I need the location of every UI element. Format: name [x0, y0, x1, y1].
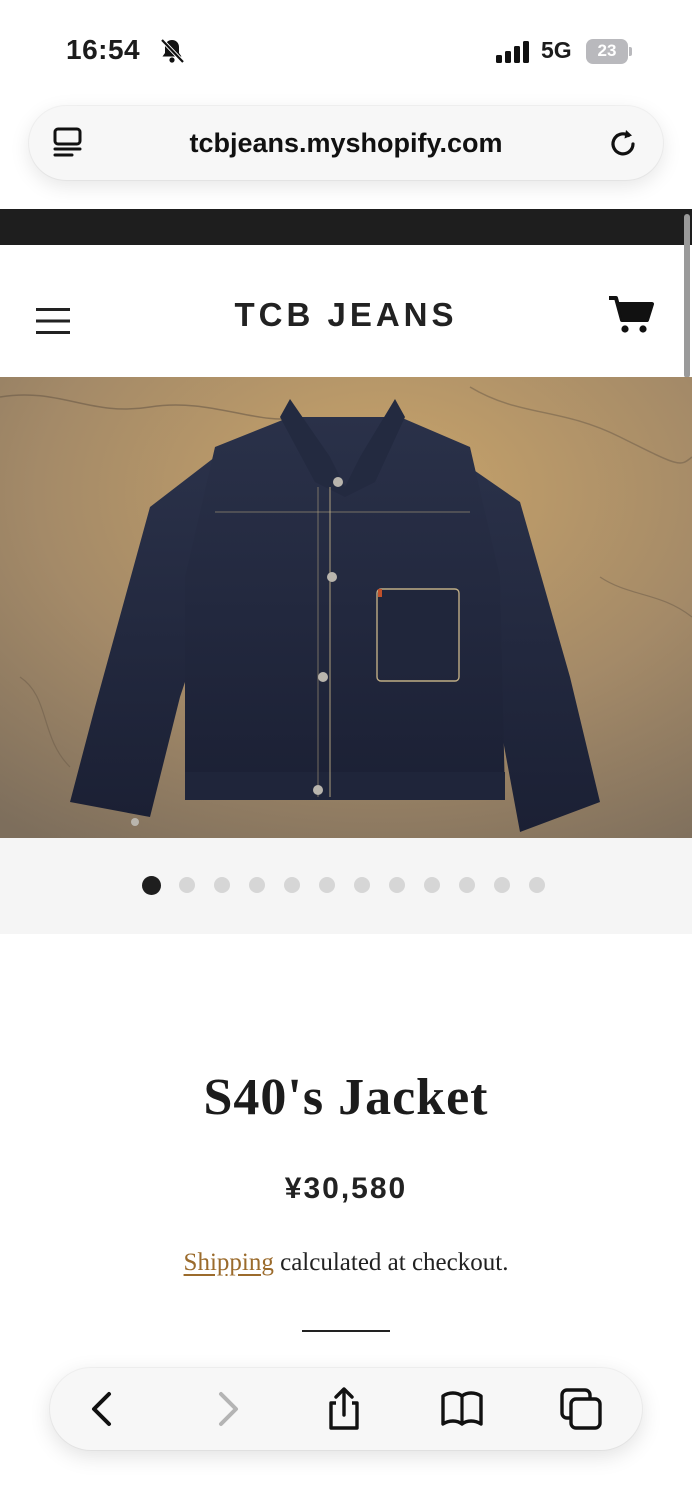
carousel-dot[interactable]	[179, 877, 195, 893]
reload-icon[interactable]	[607, 126, 641, 160]
network-type: 5G	[541, 37, 572, 63]
bookmarks-icon[interactable]	[439, 1386, 485, 1432]
address-bar[interactable]: tcbjeans.myshopify.com	[29, 106, 663, 180]
tabs-icon[interactable]	[558, 1386, 604, 1432]
announcement-bar	[0, 209, 692, 245]
brand-logo[interactable]: TCB JEANS	[0, 296, 692, 334]
carousel-dot[interactable]	[249, 877, 265, 893]
scroll-indicator	[684, 214, 690, 378]
carousel-dot[interactable]	[142, 876, 161, 895]
denim-jacket-photo	[0, 377, 692, 838]
shipping-note: Shipping calculated at checkout.	[0, 1249, 692, 1277]
cart-icon[interactable]	[607, 295, 655, 335]
carousel-dot[interactable]	[459, 877, 475, 893]
bell-slash-icon	[160, 38, 185, 64]
forward-icon[interactable]	[204, 1386, 250, 1432]
shipping-link[interactable]: Shipping	[184, 1249, 274, 1276]
carousel-pagination	[0, 838, 692, 934]
status-bar: 16:54 5G 23	[0, 0, 692, 100]
url-text[interactable]: tcbjeans.myshopify.com	[29, 128, 663, 159]
store-header: TCB JEANS	[0, 245, 692, 377]
carousel-dot[interactable]	[494, 877, 510, 893]
product-title: S40's Jacket	[203, 1069, 489, 1126]
carousel-dot[interactable]	[354, 877, 370, 893]
carousel-dot[interactable]	[214, 877, 230, 893]
signal-bars-icon	[496, 41, 529, 63]
shipping-text: calculated at checkout.	[273, 1249, 509, 1276]
carousel-dot[interactable]	[389, 877, 405, 893]
divider	[302, 1330, 390, 1332]
share-icon[interactable]	[321, 1386, 367, 1432]
carousel-dot[interactable]	[319, 877, 335, 893]
battery-icon: 23	[586, 39, 632, 64]
carousel-dot[interactable]	[529, 877, 545, 893]
carousel-dot[interactable]	[424, 877, 440, 893]
browser-toolbar	[50, 1368, 642, 1450]
carousel-dots	[0, 876, 692, 896]
status-time: 16:54	[66, 34, 141, 65]
battery-level: 23	[597, 41, 617, 60]
carousel-dot[interactable]	[284, 877, 300, 893]
back-icon[interactable]	[80, 1386, 126, 1432]
product-image[interactable]	[0, 377, 692, 838]
product-price: ¥30,580	[284, 1172, 408, 1205]
